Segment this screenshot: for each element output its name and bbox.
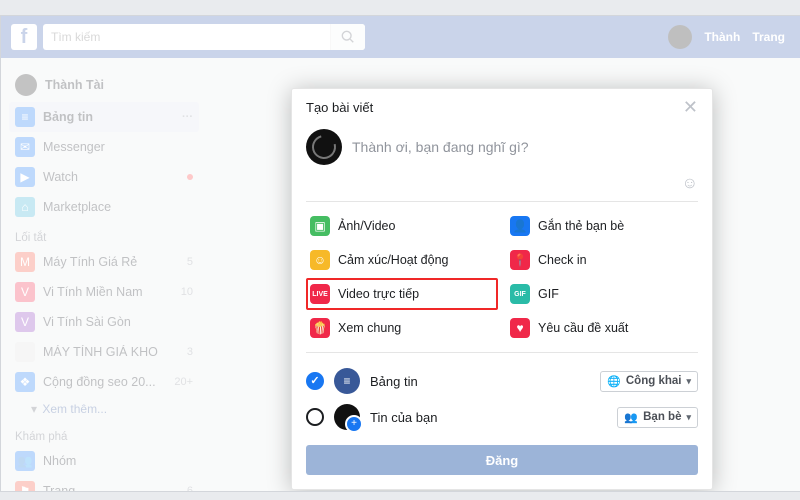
option-label: Xem chung [338, 321, 401, 335]
option-icon: GIF [510, 284, 530, 304]
globe-icon: 🌐 [607, 375, 621, 388]
option-label: Ảnh/Video [338, 219, 395, 233]
audience-story-row[interactable]: + Tin của bạn 👥 Bạn bè ▾ [306, 399, 698, 435]
option-icon: ▣ [310, 216, 330, 236]
post-button[interactable]: Đăng [306, 445, 698, 475]
feed-radio-checked-icon[interactable] [306, 372, 324, 390]
option-label: GIF [538, 287, 559, 301]
story-label: Tin của bạn [370, 410, 607, 425]
post-option--nh-video[interactable]: ▣ Ảnh/Video [306, 210, 498, 242]
post-option-gif[interactable]: GIF GIF [506, 278, 698, 310]
post-option-check-in[interactable]: 📍 Check in [506, 244, 698, 276]
option-label: Video trực tiếp [338, 287, 419, 301]
story-privacy-selector[interactable]: 👥 Bạn bè ▾ [617, 407, 698, 428]
emoji-picker-icon[interactable]: ☺ [682, 175, 698, 192]
newsfeed-icon: ≡ [334, 368, 360, 394]
option-icon: 📍 [510, 250, 530, 270]
audience-feed-row[interactable]: ≡ Bảng tin 🌐 Công khai ▾ [306, 363, 698, 399]
option-label: Yêu cầu đề xuất [538, 321, 628, 335]
feed-privacy-selector[interactable]: 🌐 Công khai ▾ [600, 371, 698, 392]
option-icon: 🍿 [310, 318, 330, 338]
composer-placeholder: Thành ơi, bạn đang nghĩ gì? [352, 139, 698, 155]
feed-label: Bảng tin [370, 374, 590, 389]
option-label: Cảm xúc/Hoạt động [338, 253, 448, 267]
option-icon: ♥ [510, 318, 530, 338]
option-label: Gắn thẻ bạn bè [538, 219, 624, 233]
composer-avatar-icon [306, 129, 342, 165]
story-radio-icon[interactable] [306, 408, 324, 426]
post-option-video-tr-c-ti-p[interactable]: LIVE Video trực tiếp [306, 278, 498, 310]
create-post-modal: Tạo bài viết ✕ Thành ơi, bạn đang nghĩ g… [291, 88, 713, 490]
story-avatar-icon: + [334, 404, 360, 430]
post-options-grid: ▣ Ảnh/Video 👤 Gắn thẻ bạn bè ☺ Cảm xúc/Hoạt đ… [306, 201, 698, 353]
post-option-g-n-th-b-n-b-[interactable]: 👤 Gắn thẻ bạn bè [506, 210, 698, 242]
modal-title: Tạo bài viết [306, 100, 373, 115]
option-icon: 👤 [510, 216, 530, 236]
plus-icon: + [345, 415, 363, 433]
close-icon[interactable]: ✕ [683, 97, 698, 118]
post-option-xem-chung[interactable]: 🍿 Xem chung [306, 312, 498, 344]
chevron-down-icon: ▾ [686, 376, 691, 387]
composer-row[interactable]: Thành ơi, bạn đang nghĩ gì? [306, 125, 698, 175]
friends-icon: 👥 [624, 411, 638, 424]
app-frame: f Thành Trang Thành Tài ≡Bảng tin···✉Mes… [0, 15, 800, 492]
option-label: Check in [538, 253, 587, 267]
post-option-c-m-x-c-ho-t-ng[interactable]: ☺ Cảm xúc/Hoạt động [306, 244, 498, 276]
post-option-y-u-c-u-xu-t[interactable]: ♥ Yêu cầu đề xuất [506, 312, 698, 344]
audience-section: ≡ Bảng tin 🌐 Công khai ▾ + Tin của bạn 👥… [306, 353, 698, 435]
chevron-down-icon: ▾ [686, 412, 691, 423]
option-icon: ☺ [310, 250, 330, 270]
option-icon: LIVE [310, 284, 330, 304]
